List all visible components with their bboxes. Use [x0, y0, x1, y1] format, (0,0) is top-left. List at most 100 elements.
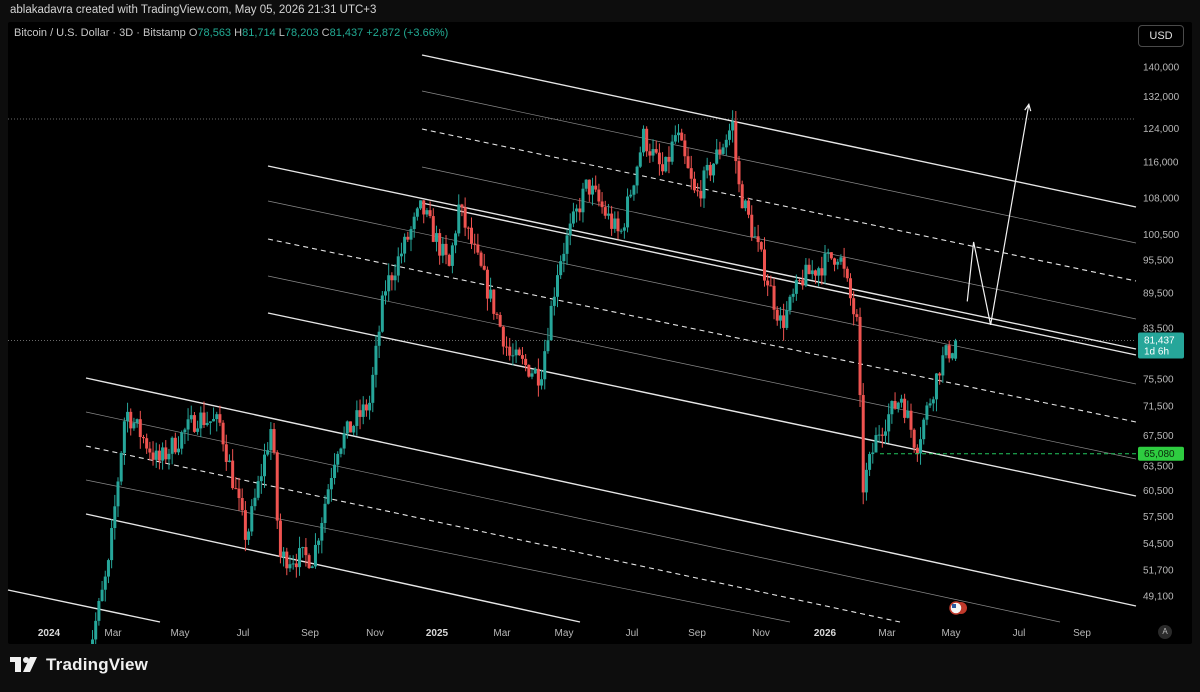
candle-body: [737, 161, 741, 185]
candle-body: [747, 200, 751, 215]
candle: [218, 405, 222, 427]
candle-body: [304, 547, 308, 556]
candle: [231, 449, 235, 490]
candle-body: [409, 229, 413, 240]
candle: [727, 123, 731, 146]
candle: [141, 434, 145, 444]
candle-body: [820, 268, 824, 276]
candle-body: [342, 433, 346, 449]
candle: [339, 447, 343, 458]
candle: [326, 484, 330, 505]
candle: [100, 581, 104, 602]
candle: [409, 226, 413, 252]
candle-body: [887, 414, 891, 432]
candle: [638, 146, 642, 168]
candle: [511, 343, 515, 366]
price-tick-label: 60,500: [1143, 486, 1174, 497]
candle: [422, 200, 426, 224]
candle-body: [654, 149, 658, 153]
candle-body: [498, 314, 502, 327]
candle: [721, 143, 725, 155]
price-chart[interactable]: 140,000 132,000 124,000 116,000 108,000 100,5…: [0, 0, 1200, 644]
candle-body: [944, 345, 948, 356]
candle: [568, 213, 572, 246]
price-tick-label: 124,000: [1143, 124, 1180, 135]
candle-body: [702, 170, 706, 199]
support-badge-value: 65,080: [1144, 449, 1175, 460]
candle-body: [673, 135, 677, 142]
candle: [524, 353, 528, 372]
candle-body: [110, 528, 114, 561]
candle: [530, 369, 534, 380]
candle-body: [648, 151, 652, 156]
candle: [406, 231, 410, 243]
candle-body: [890, 401, 894, 415]
channel-line-0: [421, 54, 1137, 208]
candle-body: [106, 560, 110, 577]
candle-body: [368, 402, 372, 411]
candle-body: [208, 421, 212, 423]
candle: [934, 373, 938, 412]
candle: [622, 223, 626, 239]
candle-body: [533, 368, 537, 374]
price-tick-label: 71,500: [1143, 402, 1174, 413]
candle: [291, 555, 295, 570]
time-tick-label: May: [555, 628, 574, 639]
candle: [903, 393, 907, 424]
candle: [673, 125, 677, 144]
candle-body: [578, 208, 582, 213]
projection-path: [966, 104, 1030, 326]
candle: [412, 212, 416, 238]
candle: [164, 440, 168, 464]
candle-body: [212, 419, 216, 422]
candle-body: [520, 355, 524, 359]
candle: [358, 399, 362, 430]
candle-body: [406, 236, 410, 240]
currency-selector[interactable]: USD: [1138, 25, 1184, 47]
tradingview-logo[interactable]: TradingView: [10, 655, 148, 675]
candle: [954, 338, 958, 362]
candle-body: [294, 563, 298, 568]
candle: [536, 358, 540, 397]
candle-body: [909, 410, 913, 430]
candle-body: [517, 349, 521, 356]
candle: [654, 140, 658, 155]
candle-body: [919, 439, 923, 454]
candle: [243, 501, 247, 552]
candle: [126, 402, 130, 433]
candle-body: [708, 164, 712, 176]
candle-body: [836, 261, 840, 265]
candle: [447, 253, 451, 267]
auto-scale-button[interactable]: A: [1158, 625, 1172, 639]
candle-body: [333, 464, 337, 478]
candle: [740, 180, 744, 209]
price-tick-label: 67,500: [1143, 431, 1174, 442]
candle-body: [543, 351, 547, 380]
candle-body: [610, 213, 614, 229]
candle: [712, 163, 716, 183]
candle-body: [428, 210, 432, 217]
candle: [355, 400, 359, 436]
candle: [527, 364, 531, 378]
candle: [208, 421, 212, 435]
candle: [941, 346, 945, 383]
candle: [734, 111, 738, 174]
candle-body: [641, 128, 645, 153]
price-axis: 140,000 132,000 124,000 116,000 108,000 100,5…: [1138, 63, 1184, 603]
candle: [587, 179, 591, 202]
candle: [345, 420, 349, 439]
candle-body: [906, 410, 910, 418]
candle: [320, 517, 324, 554]
candle-body: [718, 149, 722, 154]
candle: [282, 547, 286, 567]
candle-body: [387, 275, 391, 292]
candle: [489, 277, 493, 303]
candle: [247, 528, 251, 546]
price-tick-label: 132,000: [1143, 92, 1180, 103]
candle-body: [151, 452, 155, 460]
candle-body: [750, 214, 754, 238]
candle: [374, 335, 378, 388]
candle: [922, 417, 926, 445]
candle-body: [769, 285, 773, 287]
candle: [906, 400, 910, 419]
